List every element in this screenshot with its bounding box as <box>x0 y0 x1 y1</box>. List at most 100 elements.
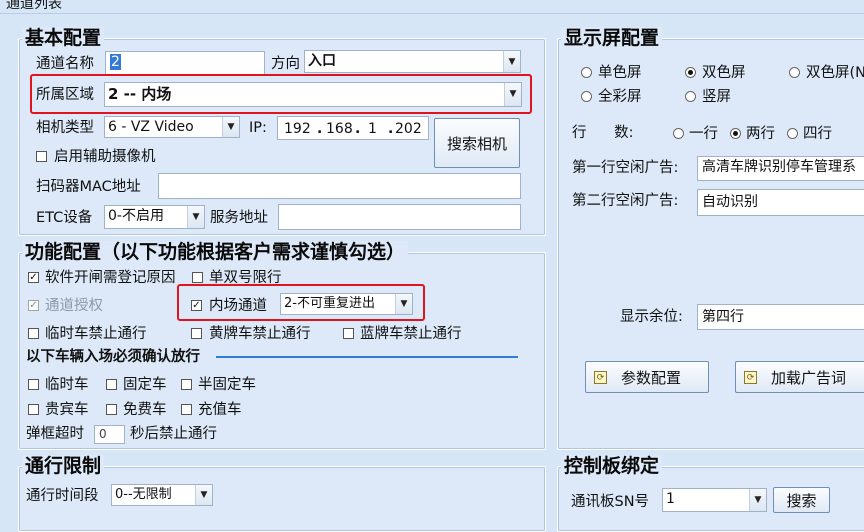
popup-timeout-suffix: 秒后禁止通行 <box>130 426 217 442</box>
ip-dot: . <box>355 121 361 137</box>
vertical-label: 竖屏 <box>702 89 731 105</box>
sn-search-button[interactable]: 搜索 <box>773 487 830 513</box>
ip-dot: . <box>317 121 323 137</box>
param-config-button[interactable]: ⟳ 参数配置 <box>585 361 709 393</box>
display-config-title: 显示屏配置 <box>561 27 663 49</box>
period-value: 0--无限制 <box>115 487 172 502</box>
sn-label: 通讯板SN号 <box>571 494 650 510</box>
chevron-down-icon[interactable]: ▼ <box>749 489 766 511</box>
blue-forbid-label: 蓝牌车禁止通行 <box>360 326 462 342</box>
semi-fixed-car-label: 半固定车 <box>198 377 256 393</box>
service-addr-input[interactable] <box>278 204 521 230</box>
load-ad-label: 加载广告词 <box>771 368 847 387</box>
direction-label: 方向 <box>271 56 300 72</box>
dual-n-label: 双色屏(N <box>806 65 864 81</box>
temp-car-checkbox[interactable] <box>28 379 39 390</box>
popup-timeout-input[interactable]: 0 <box>94 425 125 444</box>
ip-octet-4: 202 <box>395 121 422 137</box>
mono-radio[interactable] <box>581 67 592 78</box>
ip-address-input[interactable]: 192 . 168 . 1 . 202 <box>277 116 429 140</box>
temp-car-label: 临时车 <box>45 377 89 393</box>
vip-car-checkbox[interactable] <box>28 404 39 415</box>
four-rows-radio[interactable] <box>787 128 798 139</box>
channel-name-input[interactable]: 2 <box>105 51 265 75</box>
stored-car-label: 充值车 <box>198 402 242 418</box>
vertical-radio[interactable] <box>685 91 696 102</box>
two-rows-label: 两行 <box>746 126 775 142</box>
direction-select[interactable]: 入口 ▼ <box>304 50 521 73</box>
inner-channel-highlight-box <box>177 284 425 321</box>
four-rows-label: 四行 <box>803 126 832 142</box>
sn-select[interactable]: 1 ▼ <box>662 488 767 512</box>
one-row-label: 一行 <box>689 126 718 142</box>
rows-label: 行 数: <box>572 125 634 141</box>
aux-camera-checkbox[interactable] <box>36 151 47 162</box>
window-title: 通道列表 <box>0 0 864 14</box>
etc-label: ETC设备 <box>36 210 93 226</box>
temp-forbid-label: 临时车禁止通行 <box>45 326 147 342</box>
popup-timeout-label: 弹框超时 <box>26 426 84 442</box>
sn-value: 1 <box>666 491 675 507</box>
row1-ad-input[interactable]: 高清车牌识别停车管理系 <box>697 156 864 181</box>
free-car-label: 免费车 <box>123 402 167 418</box>
free-car-checkbox[interactable] <box>106 404 117 415</box>
camera-type-select[interactable]: 6 - VZ Video ▼ <box>104 116 240 138</box>
two-rows-radio[interactable] <box>730 128 741 139</box>
chevron-down-icon[interactable]: ▼ <box>187 206 204 228</box>
fixed-car-label: 固定车 <box>123 377 167 393</box>
row1-ad-label: 第一行空闲广告: <box>572 160 679 176</box>
ip-octet-1: 192 <box>284 121 311 137</box>
param-config-label: 参数配置 <box>621 368 682 387</box>
camera-type-label: 相机类型 <box>36 120 94 136</box>
software-open-checkbox[interactable]: ✓ <box>28 272 39 283</box>
confirm-heading: 以下车辆入场必须确认放行 <box>26 349 200 365</box>
load-ad-button[interactable]: ⟳ 加载广告词 <box>735 361 864 393</box>
yellow-forbid-label: 黄牌车禁止通行 <box>209 326 311 342</box>
full-color-radio[interactable] <box>581 91 592 102</box>
remaining-input[interactable]: 第四行 <box>697 304 864 330</box>
camera-type-value: 6 - VZ Video <box>108 119 194 135</box>
basic-config-title: 基本配置 <box>22 27 105 49</box>
settings-icon: ⟳ <box>594 370 607 384</box>
dual-n-radio[interactable] <box>789 67 800 78</box>
scanner-mac-input[interactable] <box>158 173 521 199</box>
etc-select[interactable]: 0-不启用 ▼ <box>104 205 205 229</box>
function-config-title: 功能配置（以下功能根据客户需求谨慎勾选） <box>22 241 409 263</box>
period-label: 通行时间段 <box>26 488 99 504</box>
chevron-down-icon[interactable]: ▼ <box>503 51 520 72</box>
service-addr-label: 服务地址 <box>210 210 268 226</box>
scanner-mac-label: 扫码器MAC地址 <box>36 179 141 195</box>
limit-title: 通行限制 <box>22 455 105 477</box>
aux-camera-label: 启用辅助摄像机 <box>54 149 156 165</box>
ip-octet-2: 168 <box>326 121 353 137</box>
channel-name-label: 通道名称 <box>36 56 94 72</box>
blue-forbid-checkbox[interactable] <box>343 328 354 339</box>
full-color-label: 全彩屏 <box>598 89 642 105</box>
direction-value: 入口 <box>308 53 336 69</box>
period-select[interactable]: 0--无限制 ▼ <box>111 484 213 506</box>
fixed-car-checkbox[interactable] <box>106 379 117 390</box>
refresh-icon: ⟳ <box>744 370 757 384</box>
ip-dot: . <box>388 121 394 137</box>
chevron-down-icon[interactable]: ▼ <box>195 485 212 505</box>
channel-name-value: 2 <box>110 54 121 70</box>
temp-forbid-checkbox[interactable] <box>28 328 39 339</box>
area-highlight-box <box>30 74 532 114</box>
ip-octet-3: 1 <box>368 121 377 137</box>
search-camera-button[interactable]: 搜索相机 <box>434 118 520 168</box>
row2-ad-input[interactable]: 自动识别 <box>697 189 864 216</box>
vip-car-label: 贵宾车 <box>45 402 89 418</box>
channel-auth-checkbox[interactable]: ✓ <box>28 300 39 311</box>
semi-fixed-car-checkbox[interactable] <box>181 379 192 390</box>
dual-radio[interactable] <box>685 67 696 78</box>
dual-label: 双色屏 <box>702 65 746 81</box>
heading-divider <box>216 356 518 358</box>
yellow-forbid-checkbox[interactable] <box>191 328 202 339</box>
stored-car-checkbox[interactable] <box>181 404 192 415</box>
control-board-title: 控制板绑定 <box>561 455 663 477</box>
odd-even-checkbox[interactable] <box>192 272 203 283</box>
chevron-down-icon[interactable]: ▼ <box>222 117 239 137</box>
mono-label: 单色屏 <box>598 65 642 81</box>
one-row-radio[interactable] <box>673 128 684 139</box>
ip-label: IP: <box>249 120 267 136</box>
